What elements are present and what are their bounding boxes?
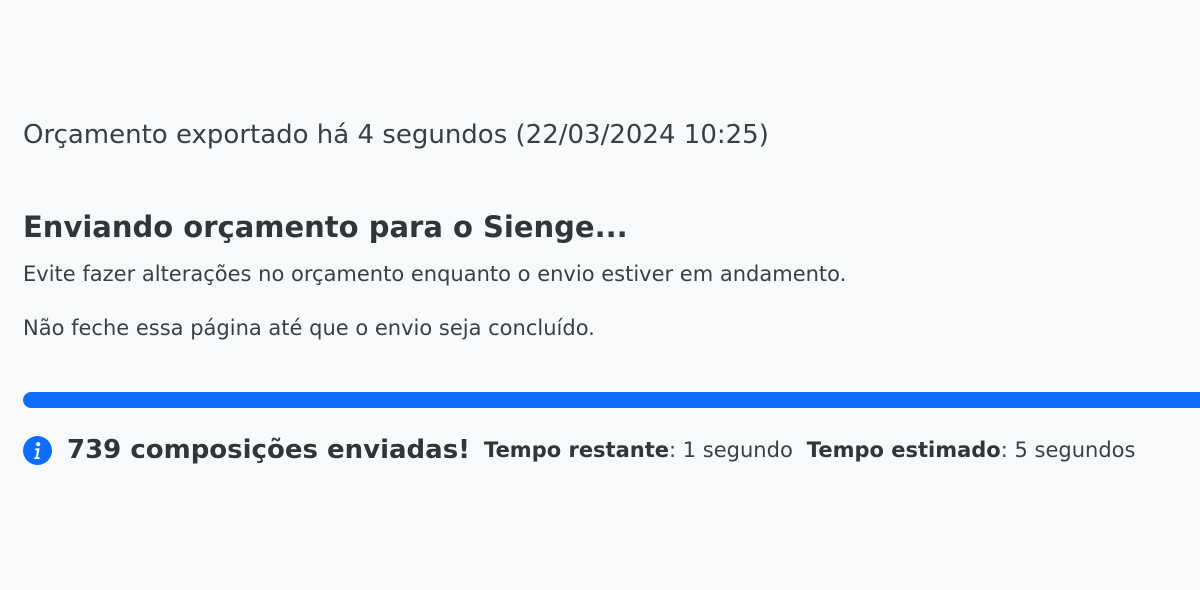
sending-notice-text: Não feche essa página até que o envio se…: [23, 316, 595, 340]
status-row: 739 composições enviadas! Tempo restante…: [23, 435, 1149, 465]
estimated-time: Tempo estimado: 5 segundos: [807, 438, 1136, 462]
progress-bar: [23, 392, 1200, 408]
export-timestamp-text: Orçamento exportado há 4 segundos (22/03…: [23, 120, 769, 150]
sending-warning-text: Evite fazer alterações no orçamento enqu…: [23, 262, 847, 286]
remaining-time: Tempo restante: 1 segundo: [484, 438, 793, 462]
progress-bar-fill: [23, 392, 1200, 408]
sending-title: Enviando orçamento para o Sienge...: [23, 210, 628, 244]
estimated-time-value: : 5 segundos: [1000, 438, 1136, 462]
remaining-time-value: : 1 segundo: [669, 438, 793, 462]
info-icon: [23, 435, 52, 465]
estimated-time-label: Tempo estimado: [806, 438, 1001, 462]
sent-count-text: 739 composições enviadas!: [67, 435, 471, 465]
export-status-page: Orçamento exportado há 4 segundos (22/03…: [0, 0, 1200, 590]
remaining-time-label: Tempo restante: [484, 438, 670, 462]
